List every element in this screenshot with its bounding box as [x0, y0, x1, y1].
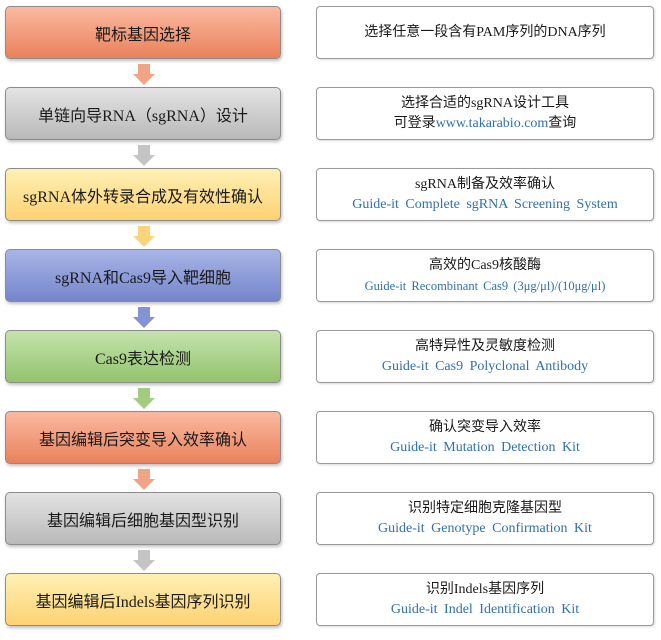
- step-label: 基因编辑后突变导入效率确认: [38, 431, 247, 449]
- desc-text: 选择任意一段含有PAM序列的DNA序列: [364, 24, 606, 40]
- down-arrow-icon: [133, 307, 155, 328]
- down-arrow-icon: [133, 145, 155, 166]
- down-arrow-icon: [133, 64, 155, 85]
- step-label: 基因编辑后Indels基因序列识别: [35, 593, 251, 611]
- step-sgrna-synthesis: sgRNA体外转录合成及有效性确认: [5, 168, 281, 221]
- desc-target-gene-selection: 选择任意一段含有PAM序列的DNA序列: [316, 6, 654, 59]
- step-indel-identification: 基因编辑后Indels基因序列识别: [5, 573, 281, 626]
- desc-text: 高特异性及灵敏度检测: [415, 338, 555, 354]
- desc-prefix: 可登录: [393, 115, 436, 131]
- step-label: Cas9表达检测: [94, 350, 191, 368]
- desc-cas9-expression: 高特异性及灵敏度检测 Guide-it Cas9 Polyclonal Anti…: [316, 330, 654, 383]
- product-name: Guide-it Recombinant Cas9 (3μg/μl)/(10μg…: [364, 278, 606, 293]
- product-name: Guide-it Mutation Detection Kit: [390, 439, 580, 455]
- step-target-gene-selection: 靶标基因选择: [5, 6, 281, 59]
- desc-text: 确认突变导入效率: [429, 419, 541, 435]
- step-label: 单链向导RNA（sgRNA）设计: [38, 107, 248, 125]
- down-arrow-icon: [133, 550, 155, 571]
- desc-link-line: 可登录www.takarabio.com查询: [394, 114, 577, 134]
- desc-cas9-delivery: 高效的Cas9核酸酶 Guide-it Recombinant Cas9 (3μ…: [316, 249, 654, 302]
- desc-suffix: 查询: [548, 115, 577, 131]
- product-name: Guide-it Genotype Confirmation Kit: [378, 520, 592, 536]
- step-label: sgRNA和Cas9导入靶细胞: [54, 269, 231, 287]
- step-cas9-expression: Cas9表达检测: [5, 330, 281, 383]
- desc-text: 选择合适的sgRNA设计工具: [400, 95, 569, 111]
- down-arrow-icon: [133, 388, 155, 409]
- workflow-diagram: 靶标基因选择 选择任意一段含有PAM序列的DNA序列 单链向导RNA（sgRNA…: [0, 0, 661, 640]
- step-label: 靶标基因选择: [94, 26, 191, 44]
- step-label: 基因编辑后细胞基因型识别: [46, 512, 239, 530]
- desc-mutation-efficiency: 确认突变导入效率 Guide-it Mutation Detection Kit: [316, 411, 654, 464]
- desc-sgrna-synthesis: sgRNA制备及效率确认 Guide-it Complete sgRNA Scr…: [316, 168, 654, 221]
- down-arrow-icon: [133, 469, 155, 490]
- step-sgrna-design: 单链向导RNA（sgRNA）设计: [5, 87, 281, 140]
- desc-text: 高效的Cas9核酸酶: [429, 257, 541, 273]
- step-label: sgRNA体外转录合成及有效性确认: [22, 188, 263, 206]
- desc-genotype-identification: 识别特定细胞克隆基因型 Guide-it Genotype Confirmati…: [316, 492, 654, 545]
- step-cas9-delivery: sgRNA和Cas9导入靶细胞: [5, 249, 281, 302]
- down-arrow-icon: [133, 226, 155, 247]
- product-name: Guide-it Complete sgRNA Screening System: [352, 196, 618, 212]
- product-name: Guide-it Indel Identification Kit: [390, 601, 580, 617]
- desc-text: 识别Indels基因序列: [425, 581, 545, 597]
- product-name: Guide-it Cas9 Polyclonal Antibody: [381, 358, 589, 374]
- takarabio-link[interactable]: www.takarabio.com: [436, 116, 549, 131]
- step-genotype-identification: 基因编辑后细胞基因型识别: [5, 492, 281, 545]
- desc-sgrna-design: 选择合适的sgRNA设计工具 可登录www.takarabio.com查询: [316, 87, 654, 140]
- desc-text: sgRNA制备及效率确认: [414, 176, 555, 192]
- step-mutation-efficiency: 基因编辑后突变导入效率确认: [5, 411, 281, 464]
- desc-indel-identification: 识别Indels基因序列 Guide-it Indel Identificati…: [316, 573, 654, 626]
- desc-text: 识别特定细胞克隆基因型: [408, 500, 562, 516]
